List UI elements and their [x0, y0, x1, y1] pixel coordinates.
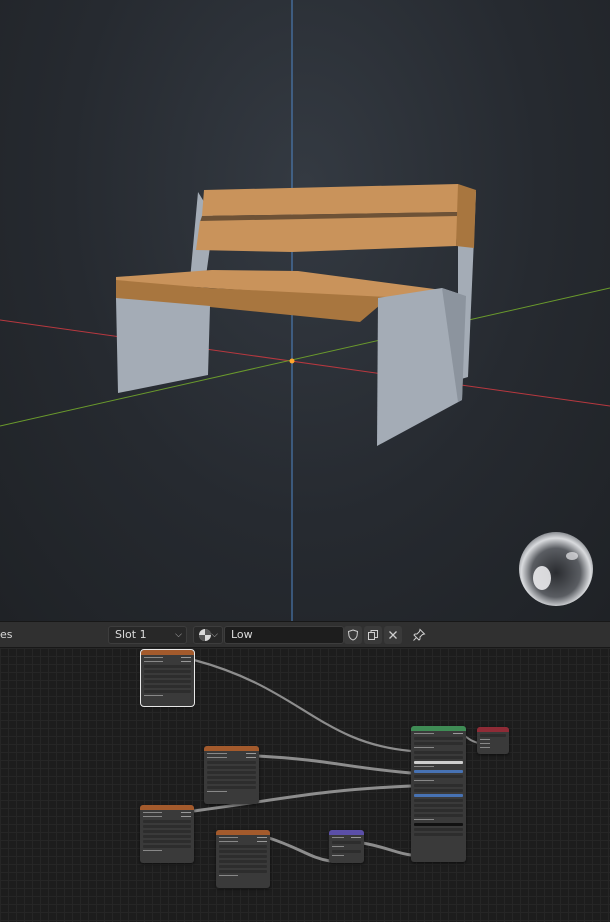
matcap-sphere-icon — [519, 532, 593, 606]
x-axis-line — [0, 319, 610, 407]
material-browse-button[interactable]: ⌵ — [193, 626, 223, 644]
node-header — [329, 830, 364, 835]
image-texture-node[interactable] — [140, 805, 194, 863]
node-header — [477, 727, 509, 732]
bench-model — [116, 184, 476, 446]
slot-label: Slot 1 — [115, 628, 147, 641]
fake-user-button[interactable] — [344, 626, 362, 644]
node-editor-header: es Slot 1 ⌵ ⌵ Low — [0, 621, 610, 648]
principled-bsdf-node[interactable] — [411, 726, 466, 862]
material-name: Low — [231, 628, 253, 641]
world-origin — [289, 358, 295, 364]
chevron-down-icon: ⌵ — [175, 630, 182, 640]
pin-icon — [413, 628, 426, 641]
copy-icon — [368, 630, 378, 640]
unlink-material-button[interactable] — [384, 626, 402, 644]
node-header — [204, 746, 259, 751]
backrest-plank-top — [202, 184, 460, 216]
close-icon — [389, 631, 397, 639]
duplicate-material-button[interactable] — [364, 626, 382, 644]
viewport-scene — [0, 0, 610, 621]
image-texture-node[interactable] — [204, 746, 259, 804]
wire-texture4 — [268, 836, 331, 863]
wire-basecolor — [193, 658, 412, 753]
shield-icon — [347, 629, 359, 641]
image-texture-node[interactable] — [216, 830, 270, 888]
material-output-node[interactable] — [477, 727, 509, 754]
wire-texture2 — [257, 754, 412, 775]
chevron-down-icon: ⌵ — [211, 630, 218, 640]
wire-normalmap — [362, 841, 412, 857]
slot-dropdown[interactable]: Slot 1 ⌵ — [108, 626, 187, 644]
node-header — [411, 726, 466, 731]
normal-map-node[interactable] — [329, 830, 364, 863]
node-header — [216, 830, 270, 835]
header-left-text: es — [0, 628, 13, 641]
node-editor-canvas[interactable] — [0, 648, 610, 922]
material-name-field[interactable]: Low — [224, 626, 344, 644]
node-header — [141, 650, 194, 655]
bench-leg-front-left — [116, 298, 210, 393]
backrest-side — [456, 184, 476, 248]
image-texture-node[interactable] — [140, 649, 195, 707]
3d-viewport[interactable] — [0, 0, 610, 621]
node-header — [140, 805, 194, 810]
backrest-plank-bottom — [196, 216, 458, 252]
pin-button[interactable] — [410, 626, 428, 644]
node-wires — [193, 658, 479, 863]
